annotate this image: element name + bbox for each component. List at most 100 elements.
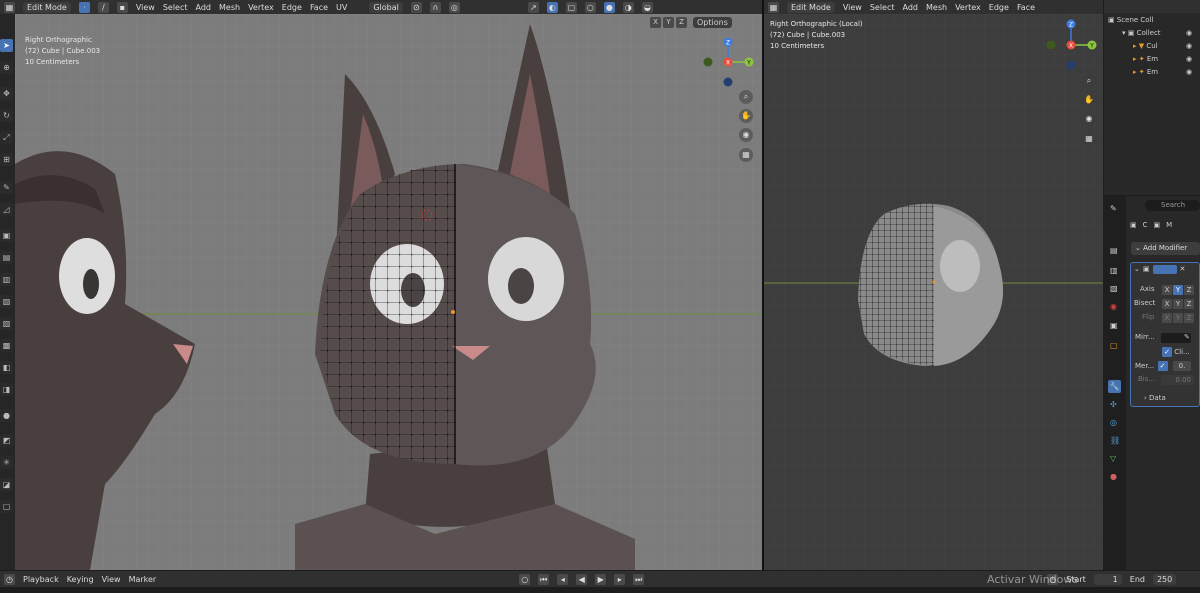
axis-x-button[interactable]: X xyxy=(1162,285,1172,295)
right-pan-hand-icon[interactable]: ✋ xyxy=(1082,93,1096,107)
pivot-icon[interactable]: ⊙ xyxy=(410,1,422,13)
properties-search-input[interactable]: Search xyxy=(1145,200,1200,211)
bevel-tool-icon[interactable]: ▧ xyxy=(0,295,13,308)
pin-icon[interactable]: ▣ xyxy=(1130,221,1137,229)
output-tab-icon[interactable]: ▥ xyxy=(1110,266,1118,275)
right-mode-dropdown[interactable]: Edit Mode xyxy=(787,1,835,13)
menu-add[interactable]: Add xyxy=(196,3,212,12)
menu-uv[interactable]: UV xyxy=(336,3,347,12)
mode-dropdown[interactable]: Edit Mode xyxy=(23,1,71,13)
shading-solid-icon[interactable]: ● xyxy=(603,1,615,13)
merge-distance-field[interactable]: 0. xyxy=(1173,361,1191,371)
clipping-checkbox[interactable]: ✓ xyxy=(1162,347,1172,357)
right-ortho-grid-icon[interactable]: ▦ xyxy=(1082,132,1096,146)
transform-tool-icon[interactable]: ⊞ xyxy=(0,153,13,166)
shear-tool-icon[interactable]: ◩ xyxy=(0,434,13,447)
right-zoom-icon[interactable]: ⌕ xyxy=(1082,74,1096,88)
playback-menu[interactable]: Playback xyxy=(23,575,59,584)
knife-tool-icon[interactable]: ▩ xyxy=(0,339,13,352)
jump-start-icon[interactable]: ⏮ xyxy=(538,573,550,585)
visibility-eye-icon[interactable]: ◉ xyxy=(1186,55,1192,63)
outliner-item[interactable]: ▸ ✦ Em xyxy=(1133,68,1158,76)
left-viewport[interactable] xyxy=(15,14,762,570)
proportional-icon[interactable]: ◎ xyxy=(448,1,460,13)
select-tool-icon[interactable]: ➤ xyxy=(0,39,13,52)
right-camera-icon[interactable]: ◉ xyxy=(1082,112,1096,126)
view-layer-tab-icon[interactable]: ▧ xyxy=(1110,284,1118,293)
outliner-item[interactable]: ▸ ▼ Cul xyxy=(1133,42,1158,50)
snap-icon[interactable]: ∩ xyxy=(429,1,441,13)
physics-tab-icon[interactable]: ◎ xyxy=(1110,418,1117,427)
gizmo-toggle-icon[interactable]: ↗ xyxy=(527,1,539,13)
tool-tab-icon[interactable]: ✎ xyxy=(1110,204,1117,213)
smooth-tool-icon[interactable]: ● xyxy=(0,409,13,422)
axis-y-button[interactable]: Y xyxy=(1173,285,1183,295)
add-cube-tool-icon[interactable]: ▣ xyxy=(0,229,13,242)
right-editor-type-icon[interactable]: ▦ xyxy=(768,1,779,13)
material-tab-icon[interactable]: ● xyxy=(1110,472,1117,481)
scale-tool-icon[interactable]: ⤢ xyxy=(0,131,13,144)
move-tool-icon[interactable]: ✥ xyxy=(0,87,13,100)
bisect-distance-field[interactable]: 0.00 xyxy=(1161,375,1194,385)
camera-icon[interactable]: ◉ xyxy=(739,128,753,142)
modifier-name-field[interactable] xyxy=(1152,265,1177,274)
polybuild-tool-icon[interactable]: ◧ xyxy=(0,361,13,374)
constraints-tab-icon[interactable]: ⛓ xyxy=(1110,436,1120,445)
rip-tool-icon[interactable]: ◪ xyxy=(0,478,13,491)
menu-face[interactable]: Face xyxy=(310,3,328,12)
options-dropdown[interactable]: Options xyxy=(693,17,732,28)
menu-edge[interactable]: Edge xyxy=(282,3,302,12)
menu-select[interactable]: Select xyxy=(163,3,188,12)
loopcut-tool-icon[interactable]: ▨ xyxy=(0,317,13,330)
bisect-y-button[interactable]: Y xyxy=(1173,299,1183,309)
merge-checkbox[interactable]: ✓ xyxy=(1157,361,1168,371)
world-tab-icon[interactable]: ▣ xyxy=(1110,321,1118,330)
end-frame-field[interactable]: 250 xyxy=(1152,573,1177,585)
render-tab-icon[interactable]: ▤ xyxy=(1110,246,1118,255)
marker-menu[interactable]: Marker xyxy=(129,575,157,584)
close-icon[interactable]: ✕ xyxy=(1180,265,1186,274)
visibility-eye-icon[interactable]: ◉ xyxy=(1186,68,1192,76)
menu-mesh[interactable]: Mesh xyxy=(219,3,240,12)
right-menu-select[interactable]: Select xyxy=(870,3,895,12)
record-icon[interactable]: ○ xyxy=(519,573,531,585)
vertex-select-icon[interactable]: · xyxy=(78,1,90,13)
timeline-view-menu[interactable]: View xyxy=(102,575,121,584)
right-menu-mesh[interactable]: Mesh xyxy=(926,3,947,12)
right-menu-edge[interactable]: Edge xyxy=(989,3,1009,12)
menu-vertex[interactable]: Vertex xyxy=(248,3,274,12)
ortho-grid-icon[interactable]: ▦ xyxy=(739,148,753,162)
axis-x-toggle[interactable]: X xyxy=(650,17,661,28)
editor-type-icon[interactable]: ▦ xyxy=(4,1,15,13)
inset-tool-icon[interactable]: ▥ xyxy=(0,273,13,286)
data-subpanel[interactable]: › Data xyxy=(1144,394,1200,402)
shading-rendered-icon[interactable]: ◒ xyxy=(641,1,653,13)
rotate-tool-icon[interactable]: ↻ xyxy=(0,109,13,122)
right-menu-face[interactable]: Face xyxy=(1017,3,1035,12)
object-tab-icon[interactable]: ▢ xyxy=(1110,341,1118,350)
particles-tab-icon[interactable]: ✣ xyxy=(1110,400,1117,409)
right-viewport[interactable] xyxy=(764,14,1103,570)
orientation-dropdown[interactable]: Global xyxy=(369,1,403,13)
bisect-z-button[interactable]: Z xyxy=(1184,299,1194,309)
flip-x-button[interactable]: X xyxy=(1162,313,1172,323)
jump-end-icon[interactable]: ⏭ xyxy=(633,573,645,585)
eyedropper-icon[interactable]: ✎ xyxy=(1184,333,1190,341)
prev-key-icon[interactable]: ◂ xyxy=(557,573,569,585)
overlay-toggle-icon[interactable]: ◐ xyxy=(546,1,558,13)
outliner-collection[interactable]: ▾ ▣ Collect xyxy=(1122,29,1161,37)
right-menu-view[interactable]: View xyxy=(843,3,862,12)
play-reverse-icon[interactable]: ◀ xyxy=(576,573,588,585)
collapse-chevron-icon[interactable]: ⌄ xyxy=(1134,265,1140,274)
annotate-tool-icon[interactable]: ✎ xyxy=(0,181,13,194)
edge-select-icon[interactable]: / xyxy=(97,1,109,13)
shading-wire-icon[interactable]: ○ xyxy=(584,1,596,13)
xray-icon[interactable]: ▢ xyxy=(565,1,577,13)
right-menu-add[interactable]: Add xyxy=(903,3,919,12)
spin-tool-icon[interactable]: ◨ xyxy=(0,383,13,396)
axis-y-toggle[interactable]: Y xyxy=(663,17,674,28)
scene-tab-icon[interactable]: ◉ xyxy=(1110,302,1117,311)
flip-z-button[interactable]: Z xyxy=(1184,313,1194,323)
shading-material-icon[interactable]: ◑ xyxy=(622,1,634,13)
shrink-tool-icon[interactable]: ✳ xyxy=(0,456,13,469)
